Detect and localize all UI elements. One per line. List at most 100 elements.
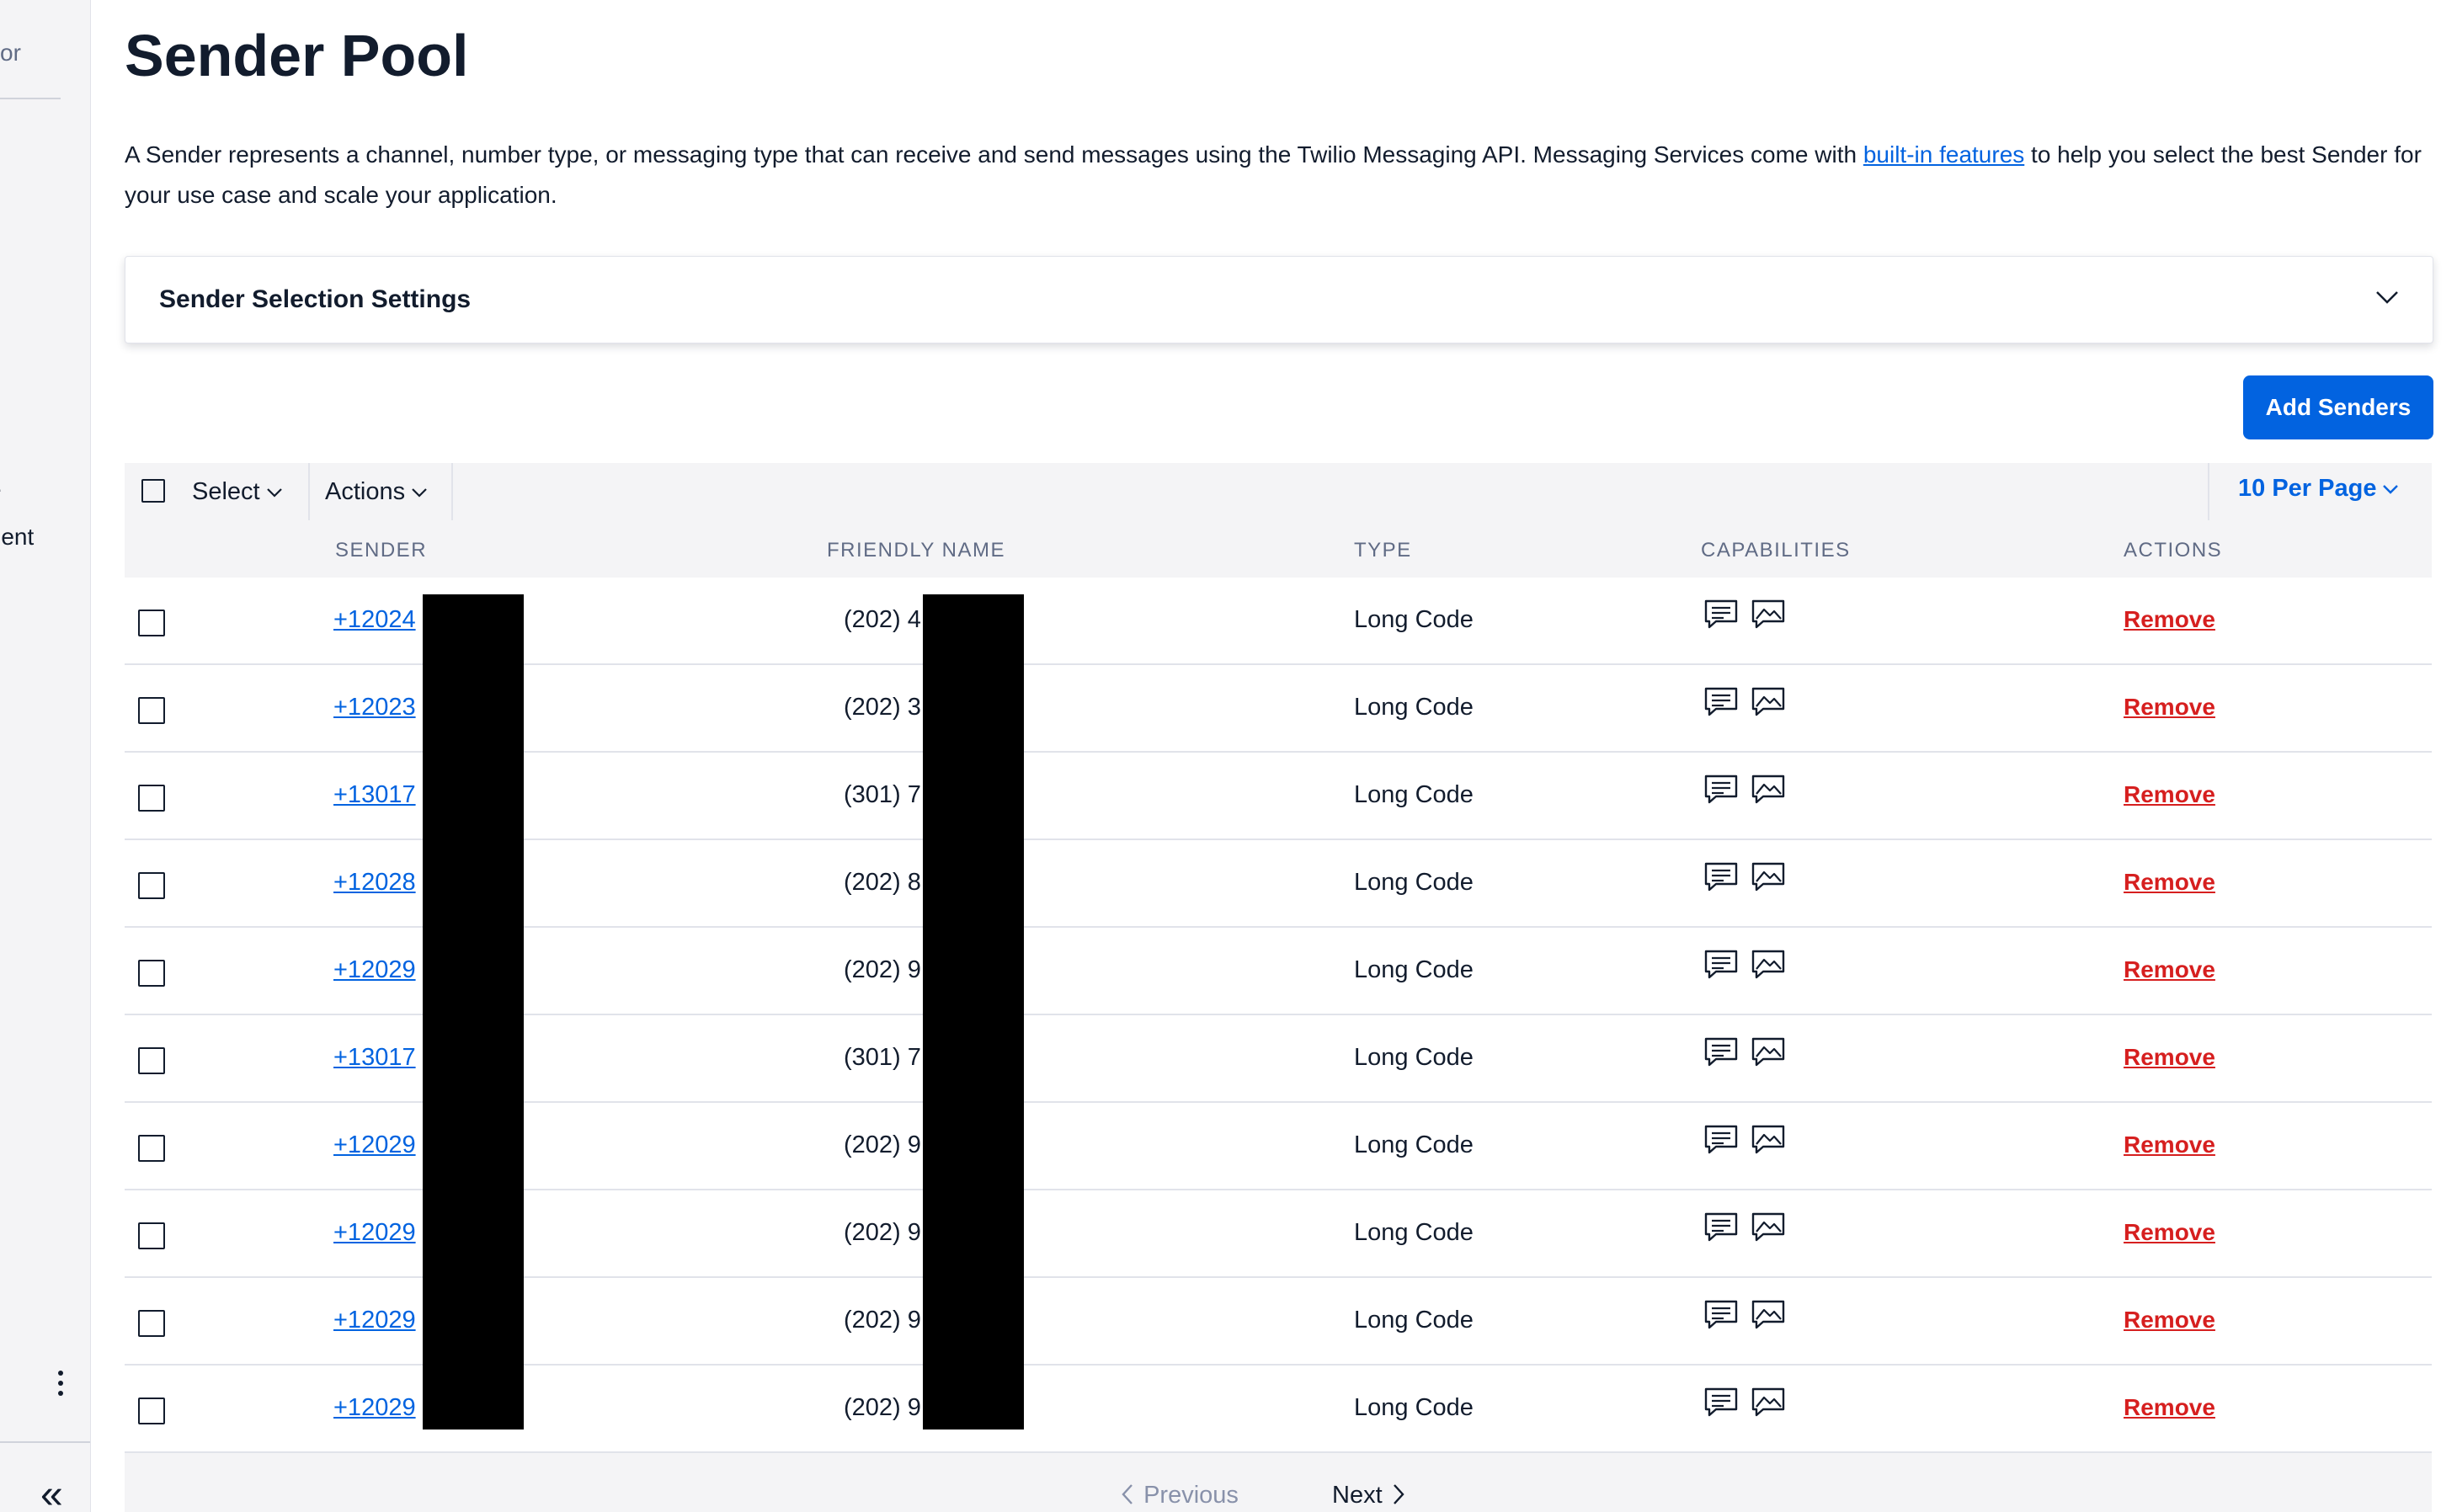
friendly-name: (301) 7 [844,781,921,808]
mms-icon [1751,775,1785,804]
remove-button[interactable]: Remove [2124,1219,2215,1246]
row-checkbox[interactable] [138,872,165,899]
actions-label: Actions [325,478,406,505]
mms-icon [1751,950,1785,979]
sender-link[interactable]: +12029 [333,1219,416,1247]
sender-link[interactable]: +12023 [333,694,416,721]
friendly-name: (202) 8 [844,869,921,896]
friendly-name: (202) 4 [844,606,921,633]
remove-button[interactable]: Remove [2124,694,2215,721]
sender-link[interactable]: +13017 [333,781,416,809]
sidebar-item-b[interactable]: ment [0,524,34,551]
remove-button[interactable]: Remove [2124,1131,2215,1158]
column-header-sender: SENDER [335,539,428,562]
friendly-name: (202) 9 [844,1219,921,1246]
previous-label: Previous [1143,1482,1239,1509]
per-page-label: 10 Per Page [2238,475,2377,502]
friendly-name: (202) 9 [844,956,921,983]
row-checkbox[interactable] [138,1135,165,1162]
capabilities [1703,1036,1797,1073]
remove-button[interactable]: Remove [2124,956,2215,983]
sender-type: Long Code [1354,1307,1474,1334]
page-title: Sender Pool [125,23,469,88]
friendly-name: (202) 9 [844,1307,921,1334]
previous-page-button[interactable]: Previous [1118,1482,1239,1509]
friendly-name: (202) 9 [844,1131,921,1158]
sms-icon [1704,1387,1738,1417]
next-page-button[interactable]: Next [1332,1482,1408,1509]
select-all-checkbox[interactable] [141,479,165,503]
table-header: SENDER FRIENDLY NAME TYPE CAPABILITIES A… [125,520,2432,578]
built-in-features-link[interactable]: built-in features [1863,141,2024,168]
column-header-type: TYPE [1354,539,1412,562]
remove-button[interactable]: Remove [2124,606,2215,633]
remove-button[interactable]: Remove [2124,869,2215,896]
sender-selection-settings-panel[interactable]: Sender Selection Settings [125,256,2433,343]
actions-dropdown[interactable]: Actions [308,463,453,520]
remove-button[interactable]: Remove [2124,781,2215,808]
capabilities [1703,1298,1797,1335]
select-label: Select [192,478,260,505]
sender-link[interactable]: +12029 [333,1131,416,1159]
row-checkbox[interactable] [138,785,165,812]
chevron-left-icon [1122,1484,1133,1504]
sender-type: Long Code [1354,869,1474,896]
column-header-actions: ACTIONS [2124,539,2223,562]
row-checkbox[interactable] [138,1047,165,1074]
select-dropdown[interactable]: Select [125,463,310,520]
chevron-down-icon [2383,485,2399,495]
sms-icon [1704,1037,1738,1067]
sender-link[interactable]: +12024 [333,606,416,634]
sidebar-item-a[interactable]: e [0,476,2,503]
page-description: A Sender represents a channel, number ty… [125,135,2432,216]
per-page-dropdown[interactable]: 10 Per Page [2208,463,2433,520]
row-checkbox[interactable] [138,1310,165,1337]
sender-link[interactable]: +12029 [333,1394,416,1422]
row-checkbox[interactable] [138,610,165,636]
friendly-name: (202) 9 [844,1394,921,1421]
sms-icon [1704,1300,1738,1329]
mms-icon [1751,862,1785,892]
sender-type: Long Code [1354,1044,1474,1071]
more-options-icon[interactable] [51,1371,71,1408]
row-checkbox[interactable] [138,1222,165,1249]
capabilities [1703,1211,1797,1248]
sms-icon [1704,687,1738,716]
friendly-name: (202) 3 [844,694,921,721]
next-label: Next [1332,1482,1383,1509]
row-checkbox[interactable] [138,697,165,724]
remove-button[interactable]: Remove [2124,1394,2215,1421]
collapse-sidebar-icon[interactable]: « [40,1475,63,1512]
mms-icon [1751,1125,1785,1154]
remove-button[interactable]: Remove [2124,1044,2215,1071]
sender-link[interactable]: +12029 [333,1307,416,1334]
capabilities [1703,1123,1797,1160]
redaction-block [423,594,524,1429]
sender-link[interactable]: +12029 [333,956,416,984]
remove-button[interactable]: Remove [2124,1307,2215,1334]
sms-icon [1704,862,1738,892]
sender-type: Long Code [1354,781,1474,808]
capabilities [1703,860,1797,897]
sms-icon [1704,1212,1738,1242]
sidebar: itor e ment « [0,0,91,1512]
mms-icon [1751,1212,1785,1242]
mms-icon [1751,1300,1785,1329]
mms-icon [1751,599,1785,629]
sender-link[interactable]: +13017 [333,1044,416,1072]
sidebar-item-monitor[interactable]: itor [0,40,21,67]
row-checkbox[interactable] [138,960,165,987]
capabilities [1703,948,1797,985]
sender-link[interactable]: +12028 [333,869,416,897]
mms-icon [1751,687,1785,716]
add-senders-button[interactable]: Add Senders [2243,375,2433,439]
sms-icon [1704,1125,1738,1154]
sender-type: Long Code [1354,606,1474,633]
redaction-block [923,594,1024,1429]
capabilities [1703,773,1797,810]
chevron-down-icon [412,488,427,498]
chevron-down-icon[interactable] [2374,284,2401,311]
column-header-friendly-name: FRIENDLY NAME [827,539,1005,562]
row-checkbox[interactable] [138,1398,165,1424]
sms-icon [1704,950,1738,979]
